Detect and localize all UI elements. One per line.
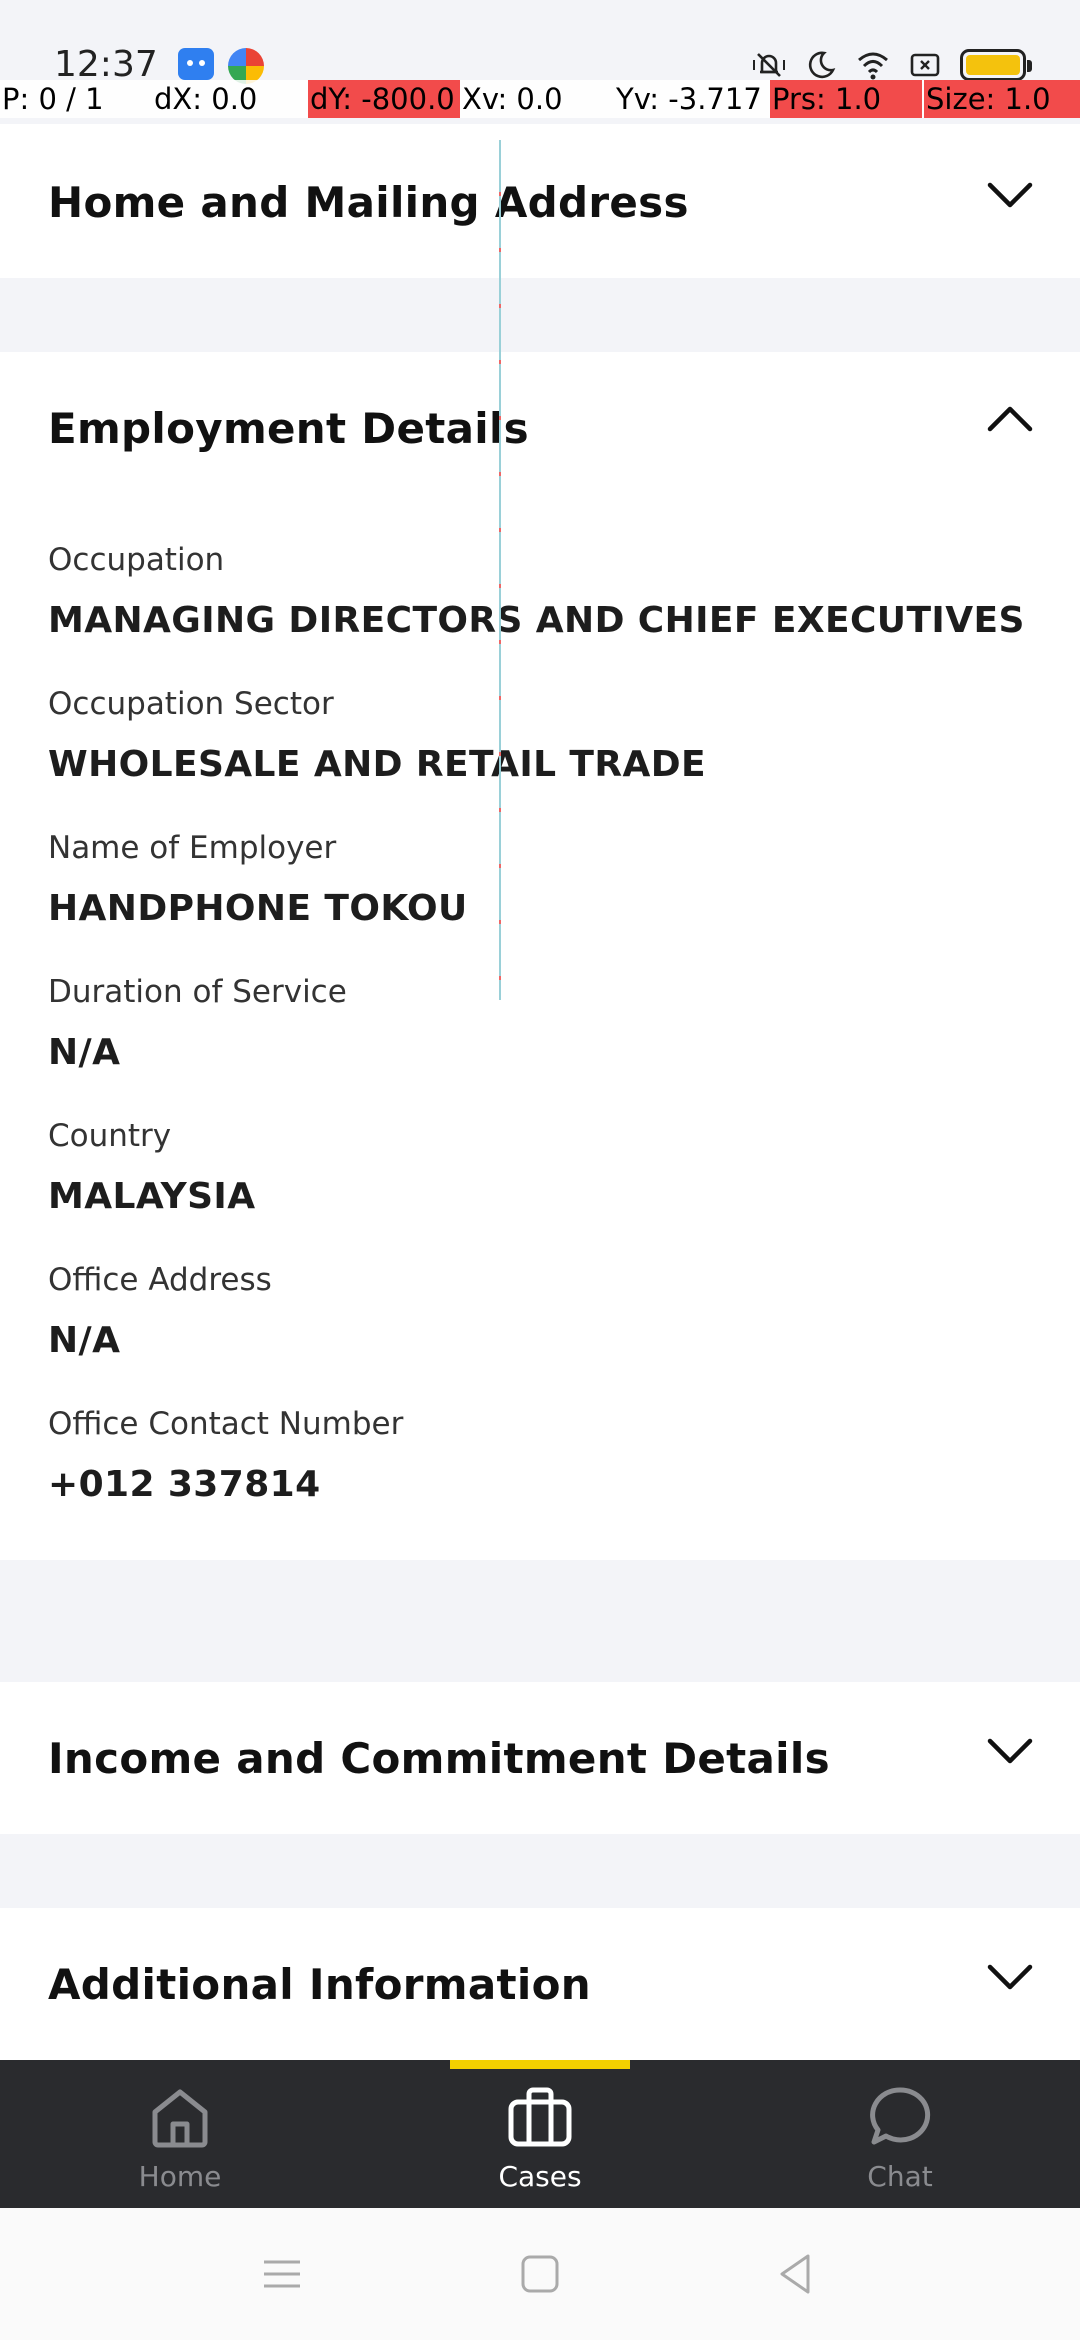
overlay-dx: dX: 0.0 [154, 82, 258, 116]
overlay-yv: Yv: -3.717 [616, 82, 762, 116]
nav-label-home: Home [138, 2160, 222, 2193]
accordion-title-additional: Additional Information [48, 1960, 591, 2009]
overlay-xv: Xv: 0.0 [462, 82, 563, 116]
battery-icon [960, 49, 1032, 81]
chat-bubble-icon [870, 2087, 931, 2145]
pointer-trace-line [499, 140, 501, 1000]
accordion-home-mailing[interactable]: Home and Mailing Address [0, 124, 1080, 278]
field-value-office-contact: +012 337814 [48, 1464, 321, 1505]
field-label-occupation: Occupation [48, 542, 225, 578]
field-label-office-address: Office Address [48, 1262, 272, 1298]
chevron-up-icon[interactable] [986, 404, 1034, 434]
nav-label-cases: Cases [498, 2160, 582, 2193]
bottom-nav: Home Cases Chat [0, 2060, 1080, 2208]
status-time: 12:37 [54, 44, 158, 85]
accordion-employment: Employment Details Occupation MANAGING D… [0, 352, 1080, 1560]
nav-active-indicator [450, 2060, 630, 2069]
muted-vibrate-icon [753, 53, 785, 77]
status-icons [752, 48, 1032, 82]
sim-icon [910, 53, 940, 77]
nav-item-cases[interactable]: Cases [420, 2082, 660, 2202]
wifi-icon [858, 52, 888, 80]
back-triangle-icon[interactable] [770, 2248, 822, 2300]
chevron-down-icon[interactable] [986, 1736, 1034, 1766]
pointer-location-overlay: P: 0 / 1 dX: 0.0 dY: -800.0 Xv: 0.0 Yv: … [0, 80, 1080, 118]
field-label-office-contact: Office Contact Number [48, 1406, 404, 1442]
accordion-title-income: Income and Commitment Details [48, 1734, 830, 1783]
field-value-employer: HANDPHONE TOKOU [48, 888, 468, 929]
menu-icon[interactable] [256, 2248, 308, 2300]
field-value-duration: N/A [48, 1032, 121, 1073]
nav-item-chat[interactable]: Chat [780, 2082, 1020, 2202]
system-nav-bar [0, 2208, 1080, 2340]
overlay-pointer-count: P: 0 / 1 [2, 82, 104, 116]
chevron-down-icon[interactable] [986, 1962, 1034, 1992]
field-label-occupation-sector: Occupation Sector [48, 686, 334, 722]
home-square-icon[interactable] [514, 2248, 566, 2300]
field-value-occupation-sector: WHOLESALE AND RETAIL TRADE [48, 744, 707, 785]
field-label-country: Country [48, 1118, 172, 1154]
overlay-dy: dY: -800.0 [308, 80, 460, 118]
field-label-duration: Duration of Service [48, 974, 347, 1010]
home-icon [152, 2089, 208, 2148]
field-value-occupation: MANAGING DIRECTORS AND CHIEF EXECUTIVES [48, 600, 1025, 641]
overlay-size: Size: 1.0 [924, 80, 1080, 118]
screen: 12:37 P: 0 / 1 dX: 0.0 dY: -800.0 Xv: 0.… [0, 0, 1080, 2340]
field-value-office-address: N/A [48, 1320, 121, 1361]
status-bar: 12:37 [0, 0, 1080, 85]
overlay-pressure: Prs: 1.0 [770, 80, 922, 118]
nav-item-home[interactable]: Home [60, 2082, 300, 2202]
accordion-additional[interactable]: Additional Information [0, 1908, 1080, 2060]
moon-icon [808, 51, 836, 79]
browser-app-icon [228, 48, 264, 84]
nav-label-chat: Chat [867, 2160, 933, 2193]
accordion-title-home-mailing: Home and Mailing Address [48, 178, 689, 227]
android-app-icon [178, 48, 214, 80]
accordion-income[interactable]: Income and Commitment Details [0, 1682, 1080, 1834]
field-label-employer: Name of Employer [48, 830, 337, 866]
accordion-title-employment[interactable]: Employment Details [48, 404, 529, 453]
chevron-down-icon[interactable] [986, 180, 1034, 210]
field-value-country: MALAYSIA [48, 1176, 256, 1217]
briefcase-icon [508, 2087, 572, 2147]
